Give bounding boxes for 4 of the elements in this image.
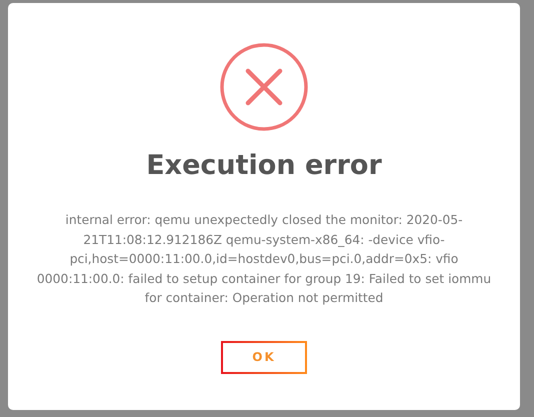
error-message: internal error: qemu unexpectedly closed the monitor: 2020-05-21T11:08:12.912186Z qemu-system-x86_64: -device vfio-pci,host=0000:11:00.0,id=hostdev0,bus=pci.0,addr=0x5: vfio 0000:11:00.0: failed to setup container for group 19: Failed to set iommu for container: Operation not permitted <box>36 211 492 308</box>
dialog-title: Execution error <box>146 150 382 181</box>
ok-button[interactable]: OK <box>221 340 307 374</box>
error-icon <box>219 42 309 132</box>
